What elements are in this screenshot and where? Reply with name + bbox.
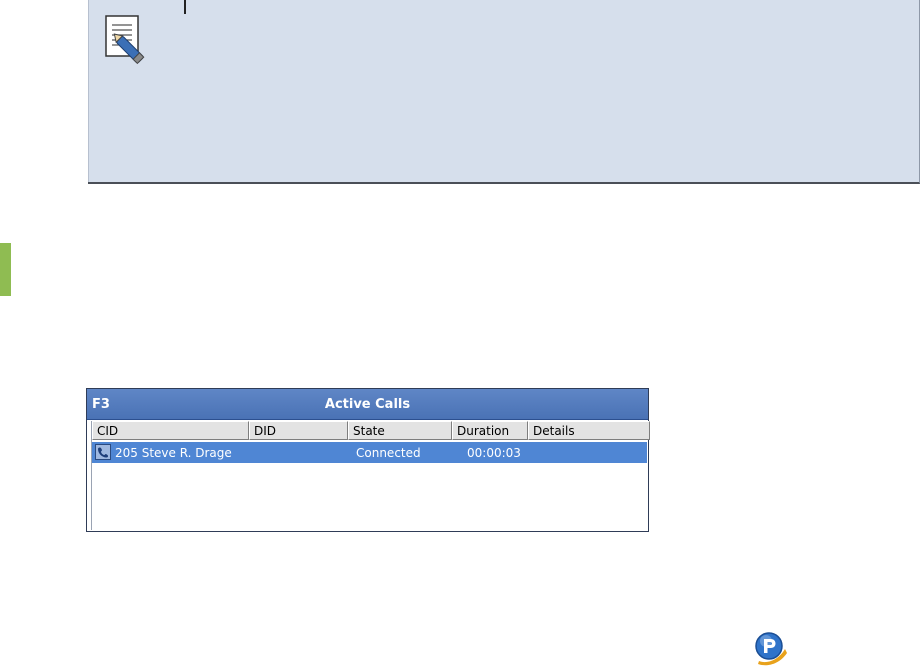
cell-state: Connected [356, 446, 421, 460]
phone-icon [95, 444, 111, 460]
note-box [88, 0, 920, 184]
column-header-did[interactable]: DID [249, 421, 348, 440]
column-header-cid[interactable]: CID [92, 421, 249, 440]
cell-duration: 00:00:03 [467, 446, 521, 460]
active-calls-panel: F3 Active Calls CID DID State Duration D… [86, 388, 650, 532]
active-calls-title: Active Calls [324, 397, 411, 412]
column-header-row: CID DID State Duration Details [92, 421, 650, 441]
column-header-duration[interactable]: Duration [452, 421, 528, 440]
note-divider [184, 0, 186, 14]
active-calls-titlebar: F3 Active Calls [87, 389, 648, 420]
calls-list[interactable]: CID DID State Duration Details 205 Steve… [91, 421, 650, 530]
table-row[interactable]: 205 Steve R. Drage Connected 00:00:03 [92, 442, 647, 463]
cell-cid: 205 Steve R. Drage [115, 446, 232, 460]
column-header-state[interactable]: State [348, 421, 452, 440]
p-logo-icon [755, 632, 787, 666]
side-marker [0, 243, 11, 296]
note-pencil-icon [105, 15, 145, 65]
column-header-details[interactable]: Details [528, 421, 650, 440]
